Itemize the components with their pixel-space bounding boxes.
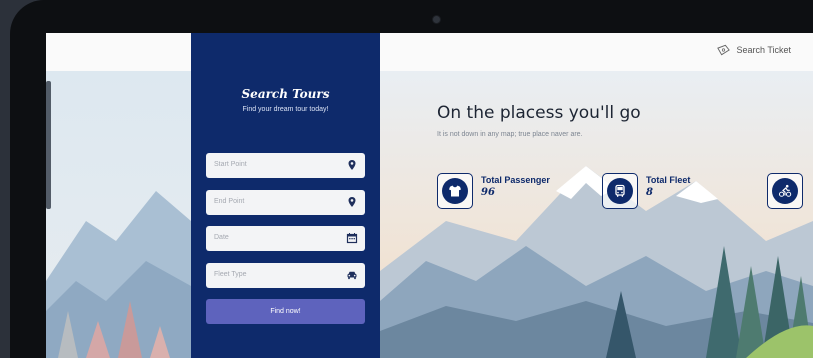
tshirt-icon [449,185,461,197]
top-navbar: Search Ticket [46,33,813,72]
start-point-placeholder: Start Point [214,161,247,168]
date-placeholder: Date [214,234,229,241]
stat-icon-box [767,173,803,209]
bus-icon [615,184,625,197]
stat-text: Total Fleet 8 [646,175,690,198]
panel-title: Search Tours [241,87,330,101]
end-point-placeholder: End Point [214,198,245,205]
stat-cyclist [767,173,803,209]
stat-text: Total Passenger 96 [481,175,550,198]
stat-value: 96 [481,187,495,198]
search-ticket-label: Search Ticket [736,45,791,55]
fleet-type-placeholder: Fleet Type [214,271,247,278]
stat-icon-box [602,173,638,209]
webcam [433,16,440,23]
find-now-button[interactable]: Find now! [206,299,365,324]
left-scroll-indicator [46,81,51,209]
fleet-type-select[interactable]: Fleet Type [206,263,365,288]
mountain-illustration [46,71,813,358]
search-tours-panel: Search Tours Find your dream tour today!… [191,33,380,358]
hero-subline: It is not down in any map; true place na… [437,131,583,138]
laptop-screen: Search Ticket Search Tours Find your dre… [46,33,813,358]
end-point-input[interactable]: End Point [206,190,365,215]
car-icon [347,271,357,280]
stat-total-fleet: Total Fleet 8 [602,173,690,209]
stat-total-passenger: Total Passenger 96 [437,173,550,209]
date-input[interactable]: Date [206,226,365,251]
stat-icon-circle [442,178,468,204]
stat-label: Total Passenger [481,175,550,185]
stat-icon-circle [772,178,798,204]
stat-icon-circle [607,178,633,204]
start-point-input[interactable]: Start Point [206,153,365,178]
calendar-icon [346,233,358,244]
panel-subtitle: Find your dream tour today! [242,106,329,113]
ticket-icon [717,44,731,56]
cyclist-icon [779,184,792,197]
stat-value: 8 [646,187,653,198]
search-ticket-link[interactable]: Search Ticket [716,44,791,56]
hero-headline: On the placess you'll go [437,103,641,123]
map-pin-icon [348,160,356,170]
stat-label: Total Fleet [646,175,691,185]
stat-icon-box [437,173,473,209]
map-pin-icon [348,197,356,207]
mountain-background [46,71,813,358]
